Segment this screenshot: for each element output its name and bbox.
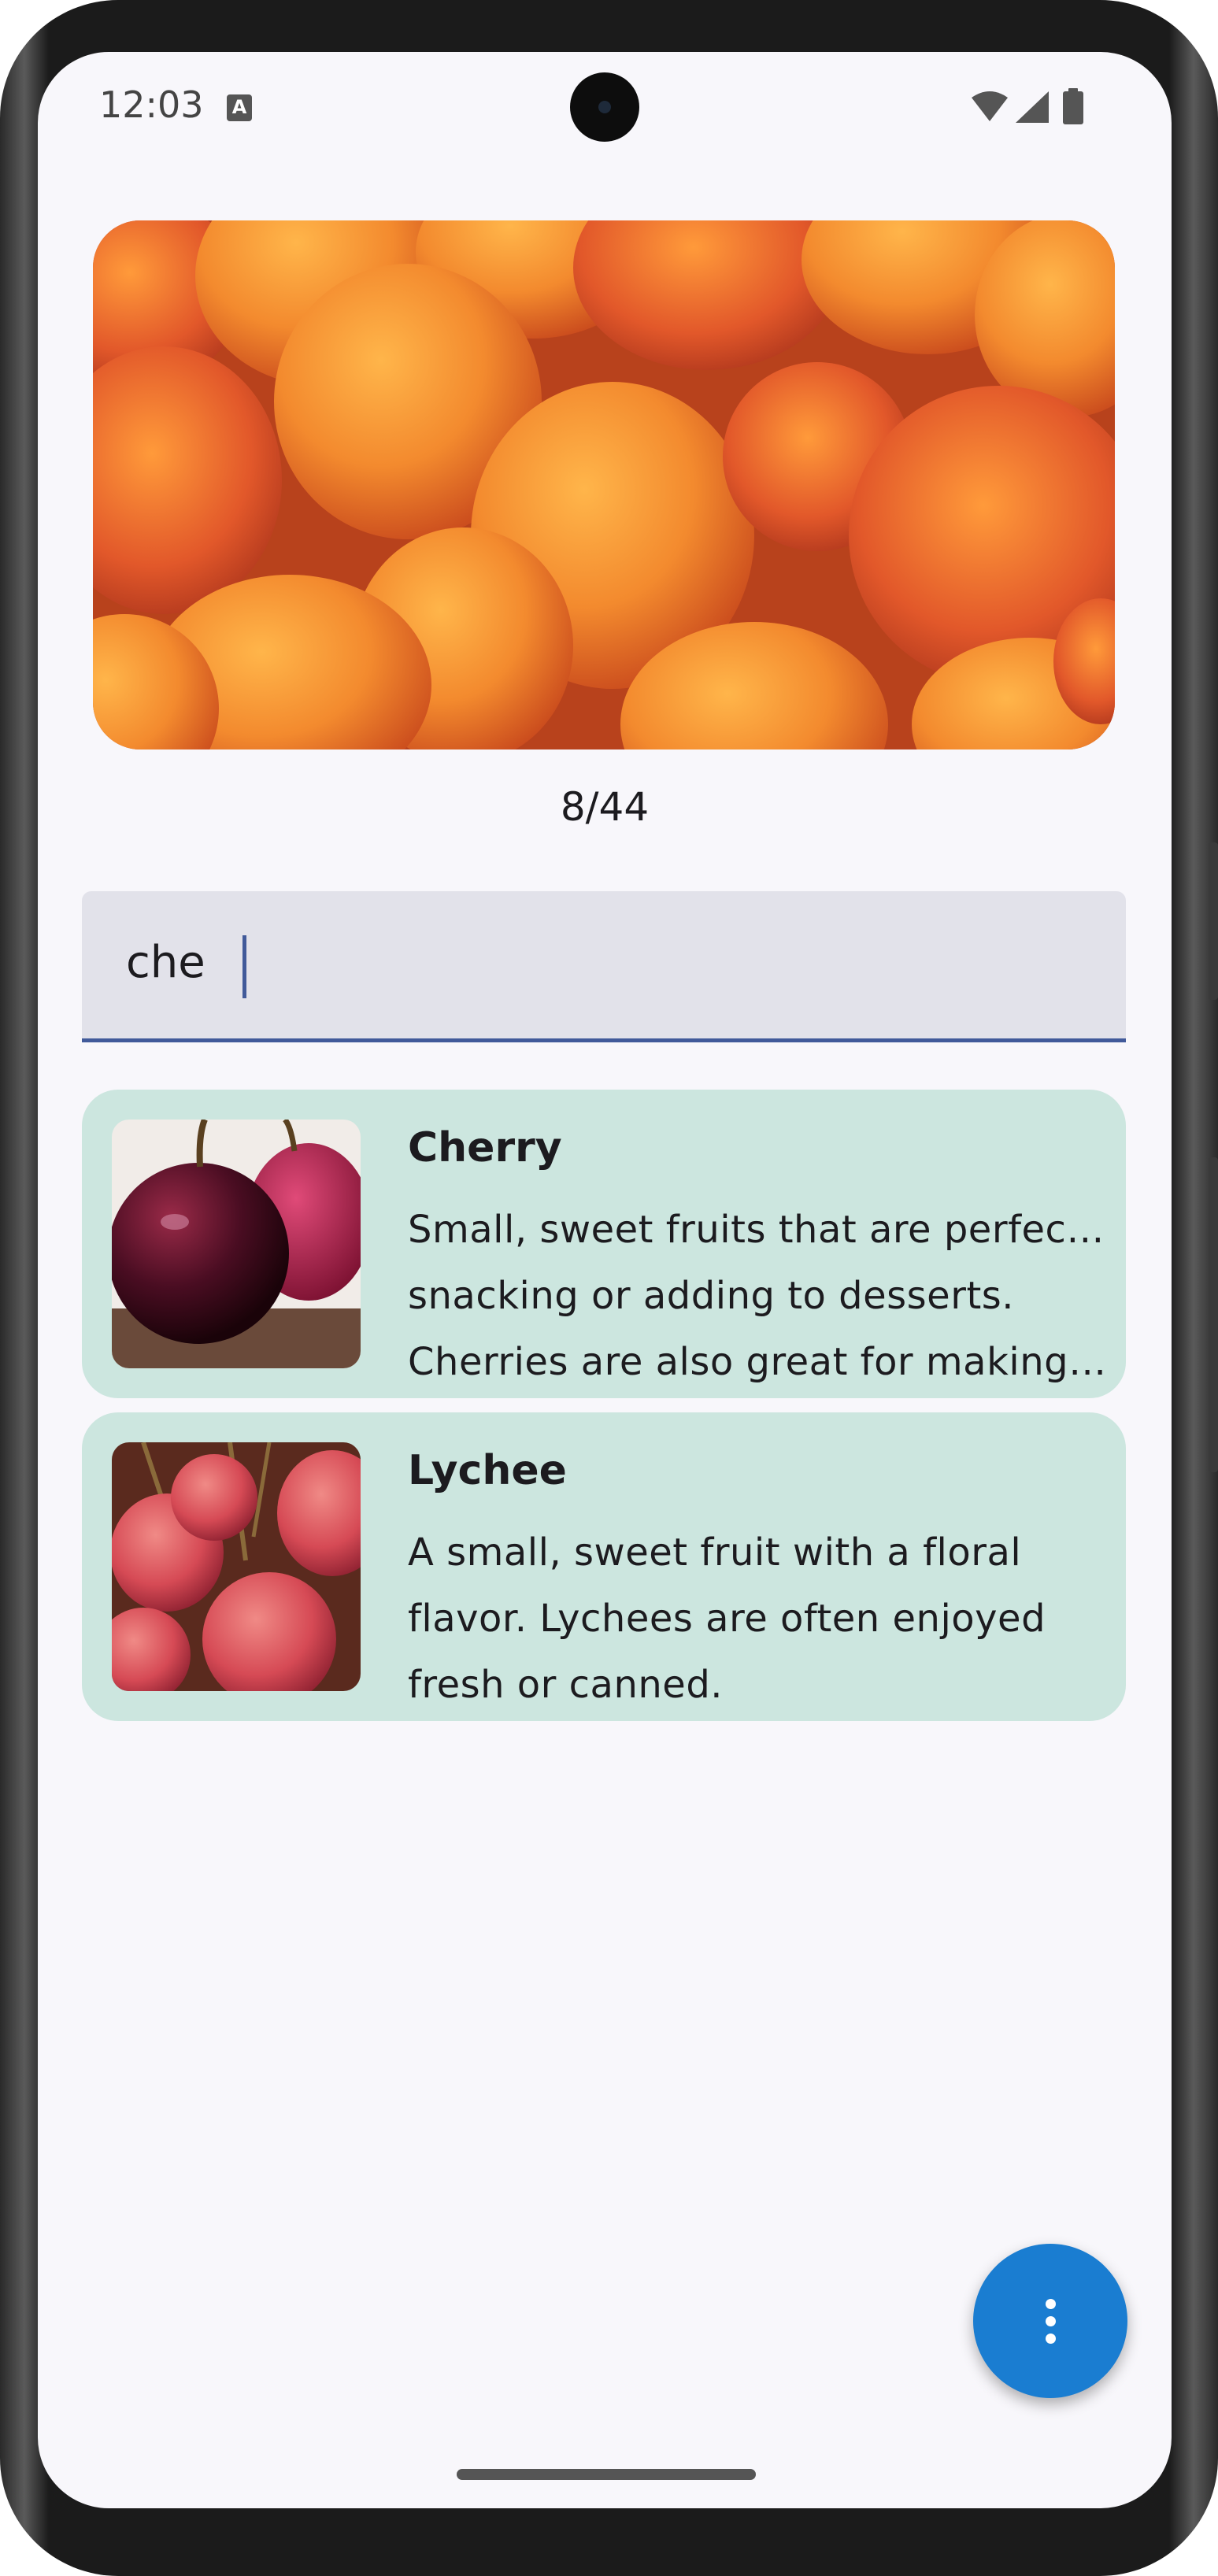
result-card-cherry[interactable]: Cherry Small, sweet fruits that are perf… (82, 1090, 1126, 1398)
search-input[interactable]: che (82, 891, 1126, 1042)
result-card-lychee[interactable]: Lychee A small, sweet fruit with a flora… (82, 1412, 1126, 1721)
front-camera (570, 72, 639, 142)
wifi-icon (972, 91, 1008, 121)
card-description-line: Small, sweet fruits that are perfect for (408, 1208, 1109, 1252)
card-title: Cherry (408, 1124, 562, 1171)
more-vert-dot (1046, 2334, 1056, 2344)
status-bar: 12:03 A (38, 52, 1172, 162)
card-description-line: Cherries are also great for making ja… (408, 1340, 1109, 1384)
lychee-thumbnail (112, 1442, 361, 1691)
card-description: Small, sweet fruits that are perfect for… (408, 1197, 1109, 1395)
card-description-line: fresh or canned. (408, 1663, 724, 1707)
status-time: 12:03 (99, 83, 204, 126)
lychee-photo (112, 1442, 361, 1691)
more-options-fab[interactable] (973, 2244, 1127, 2398)
card-description-line: snacking or adding to desserts. (408, 1274, 1015, 1318)
card-description-line: A small, sweet fruit with a floral (408, 1530, 1022, 1575)
image-counter: 8/44 (560, 784, 650, 830)
battery-icon (1063, 88, 1083, 124)
cherry-thumbnail (112, 1120, 361, 1368)
card-description-line: flavor. Lychees are often enjoyed (408, 1597, 1046, 1641)
screen: 12:03 A 8/44 che Cherry Small, sweet fru… (38, 52, 1172, 2508)
apricots-photo (93, 220, 1115, 749)
card-title: Lychee (408, 1447, 567, 1494)
volume-button (1209, 1157, 1218, 1472)
text-cursor (242, 935, 246, 998)
search-input-value: che (126, 937, 205, 988)
more-vert-dot (1046, 2316, 1056, 2326)
a-accessibility-icon: A (227, 94, 252, 121)
power-button (1209, 842, 1218, 1000)
cherry-photo (112, 1120, 361, 1368)
hero-image-apricots[interactable] (93, 220, 1115, 749)
more-vert-dot (1046, 2299, 1056, 2309)
home-indicator[interactable] (457, 2469, 756, 2480)
signal-icon (1016, 91, 1049, 123)
card-description: A small, sweet fruit with a floral flavo… (408, 1519, 1109, 1718)
